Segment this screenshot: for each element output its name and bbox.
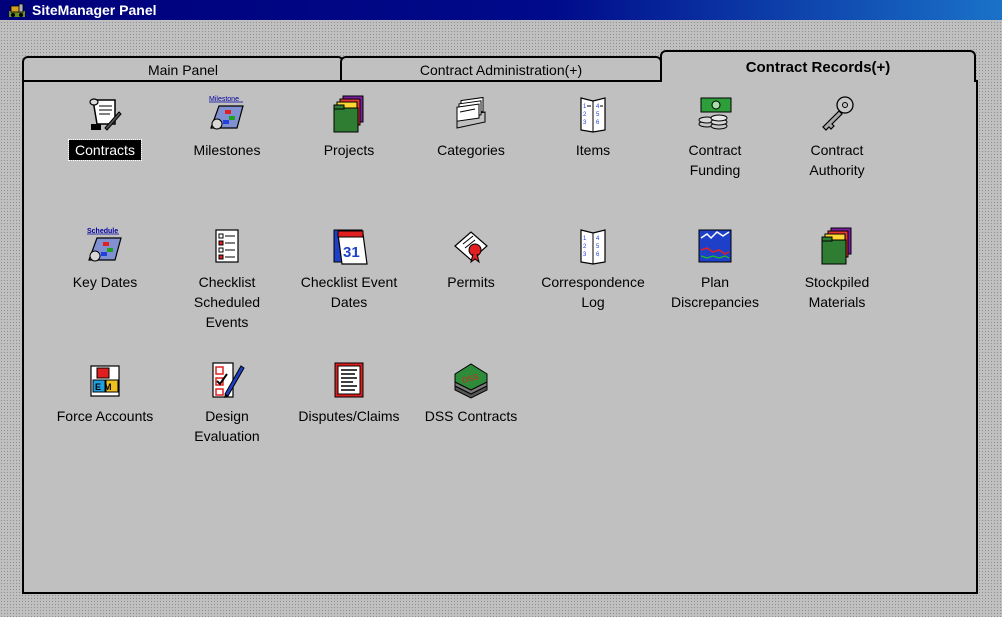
force-accounts-icon-badge: EM — [95, 382, 115, 392]
item-projects-label: Projects — [323, 142, 375, 158]
design-evaluation-checklist-icon — [212, 362, 245, 398]
item-contracts-label: Contracts — [68, 139, 142, 161]
item-categories-label: Categories — [437, 142, 505, 158]
milestones-icon: Milestone — [209, 96, 244, 130]
item-contract-authority[interactable]: Contract Authority — [772, 94, 902, 180]
item-milestones-label: Milestones — [193, 142, 261, 158]
tab-main-panel-label: Main Panel — [147, 62, 219, 78]
item-checklist-event-dates-label: Checklist Event Dates — [300, 274, 398, 310]
item-force-accounts[interactable]: EM Force Accounts — [40, 360, 170, 426]
correspondence-log-booklet-icon: 1 2 3 4 5 6 — [580, 229, 606, 265]
item-dss-contracts-label: DSS Contracts — [424, 408, 518, 424]
item-contract-authority-label: Contract Authority — [809, 142, 865, 178]
item-permits-label: Permits — [447, 274, 495, 290]
item-force-accounts-label: Force Accounts — [56, 408, 154, 424]
item-stockpiled-materials-label: Stockpiled Materials — [804, 274, 870, 310]
permits-certificate-icon — [454, 231, 488, 264]
window-title: SiteManager Panel — [32, 2, 157, 18]
calendar-day-badge: 31 — [343, 244, 360, 261]
force-accounts-blocks-icon: EM — [90, 365, 120, 397]
contracts-scroll-icon — [89, 98, 122, 131]
item-items-label: Items — [575, 142, 611, 158]
item-design-evaluation[interactable]: Design Evaluation — [162, 360, 292, 446]
item-milestones[interactable]: Milestone Milestones — [162, 94, 292, 160]
sitemanager-window: SiteManager Panel Main Panel Contract Ad… — [0, 0, 1002, 617]
active-tab-joint — [662, 78, 974, 84]
projects-folders-icon — [333, 95, 364, 133]
categories-cardfile-icon — [456, 96, 486, 129]
plan-discrepancies-chart-icon — [698, 229, 732, 263]
contract-authority-key-icon — [822, 96, 854, 131]
item-categories[interactable]: Categories — [406, 94, 536, 160]
checklist-scheduled-events-icon — [215, 229, 239, 263]
checklist-event-dates-calendar-icon: 31 — [333, 229, 368, 265]
disputes-claims-document-icon — [334, 362, 364, 398]
dss-contracts-stack-icon: DSS — [454, 363, 488, 399]
item-plan-discrepancies[interactable]: Plan Discrepancies — [650, 226, 780, 312]
item-design-evaluation-label: Design Evaluation — [194, 408, 260, 444]
item-checklist-scheduled-events[interactable]: Checklist Scheduled Events — [162, 226, 292, 332]
item-correspondence-log[interactable]: 1 2 3 4 5 6 Correspondence Log — [528, 226, 658, 312]
item-key-dates-label: Key Dates — [72, 274, 138, 290]
tab-contract-administration-label: Contract Administration(+) — [419, 62, 583, 78]
item-projects[interactable]: Projects — [284, 94, 414, 160]
item-contracts[interactable]: Contracts — [40, 94, 170, 161]
item-stockpiled-materials[interactable]: Stockpiled Materials — [772, 226, 902, 312]
sitemanager-app-icon — [9, 3, 25, 17]
item-disputes-claims[interactable]: Disputes/Claims — [284, 360, 414, 426]
tab-main-panel[interactable]: Main Panel — [22, 56, 344, 82]
item-disputes-claims-label: Disputes/Claims — [298, 408, 400, 424]
item-permits[interactable]: Permits — [406, 226, 536, 292]
tab-contract-administration[interactable]: Contract Administration(+) — [340, 56, 662, 82]
item-contract-funding[interactable]: Contract Funding — [650, 94, 780, 180]
contract-records-panel: Contracts Milestone Milestones Projects … — [22, 80, 978, 594]
stockpiled-materials-folders-icon — [821, 227, 852, 265]
item-correspondence-log-label: Correspondence Log — [541, 274, 645, 310]
item-checklist-scheduled-events-label: Checklist Scheduled Events — [193, 274, 261, 330]
item-checklist-event-dates[interactable]: 31 Checklist Event Dates — [284, 226, 414, 312]
tab-contract-records-label: Contract Records(+) — [745, 58, 891, 76]
title-bar[interactable]: SiteManager Panel — [0, 0, 1002, 20]
item-items[interactable]: 1 2 3 4 5 6 Items — [528, 94, 658, 160]
items-booklet-icon: 1 2 3 4 5 6 — [580, 97, 606, 133]
item-key-dates[interactable]: Schedule Key Dates — [40, 226, 170, 292]
contract-funding-money-icon — [698, 97, 732, 130]
item-plan-discrepancies-label: Plan Discrepancies — [671, 274, 759, 310]
key-dates-schedule-icon: Schedule — [87, 228, 122, 262]
item-contract-funding-label: Contract Funding — [688, 142, 742, 178]
item-dss-contracts[interactable]: DSS DSS Contracts — [406, 360, 536, 426]
